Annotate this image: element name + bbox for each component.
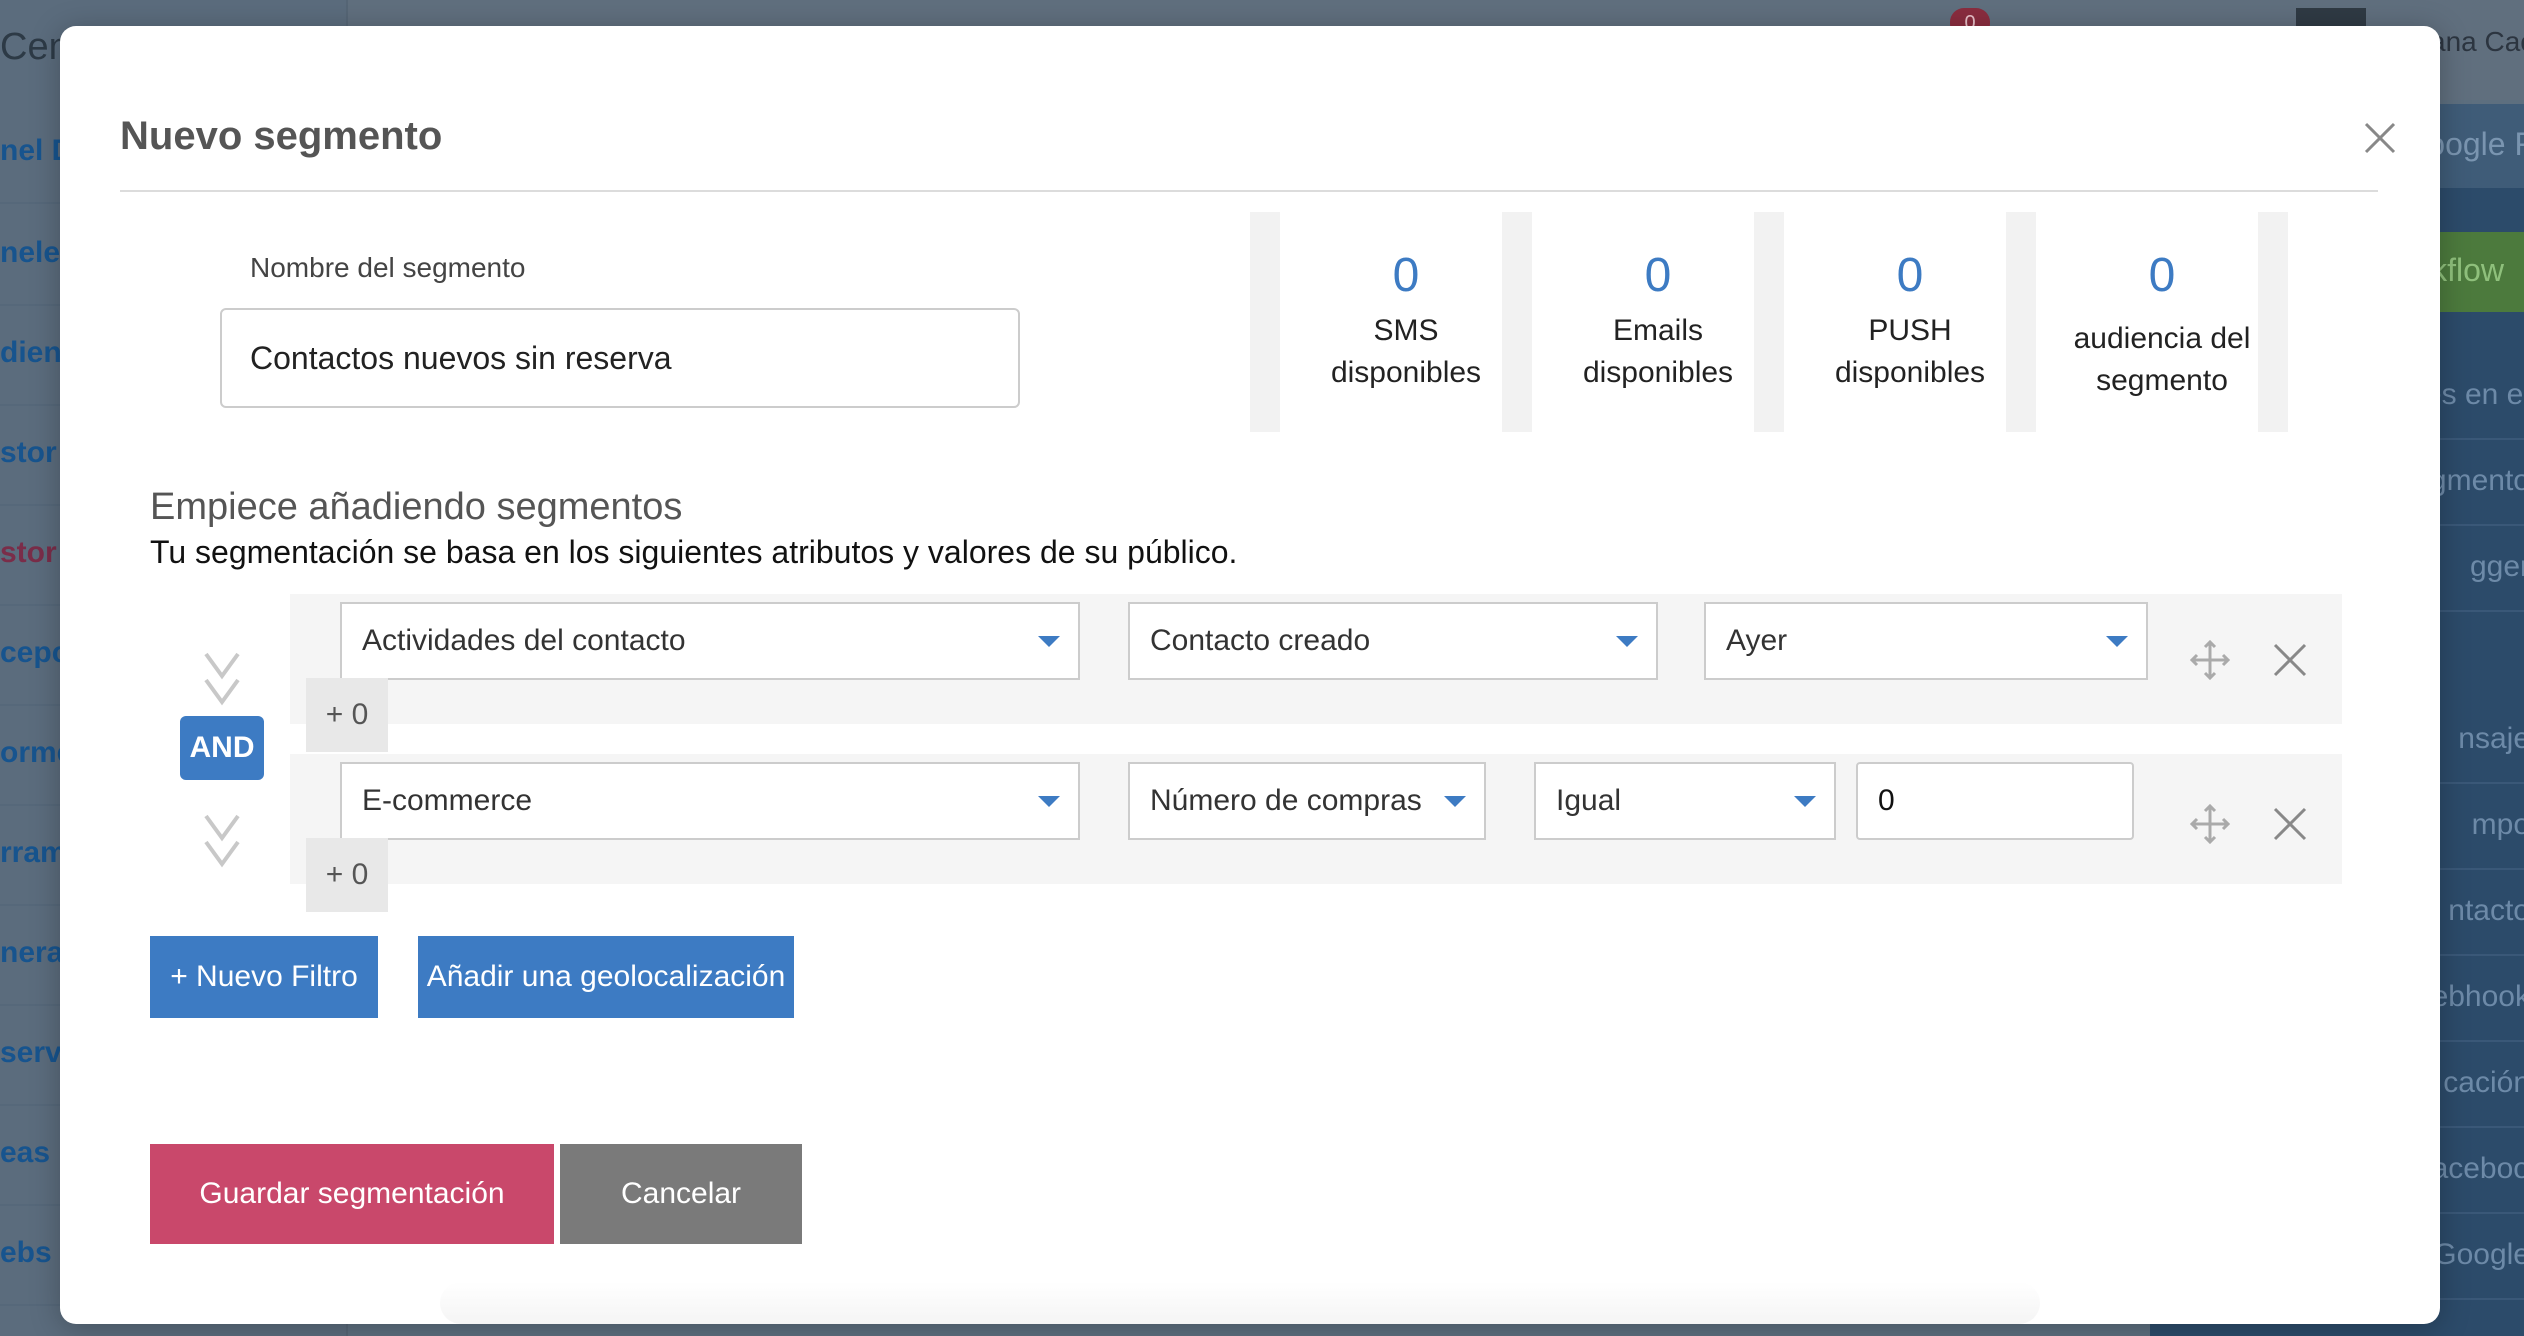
caret-down-icon	[1794, 796, 1816, 807]
value-select[interactable]: Ayer	[1704, 602, 2148, 680]
stat-push: 0 PUSH disponibles	[1784, 212, 2036, 432]
caret-down-icon	[1038, 796, 1060, 807]
filter-row: Actividades del contacto Contacto creado…	[290, 594, 2342, 752]
remove-filter-icon[interactable]	[2270, 640, 2310, 680]
background-user-name: ana Cace	[2430, 26, 2524, 57]
new-segment-modal: Nuevo segmento Nombre del segmento 0 SMS…	[60, 26, 2440, 1324]
attribute-select[interactable]: Número de compras	[1128, 762, 1486, 840]
caret-down-icon	[1444, 796, 1466, 807]
stat-divider	[1250, 212, 1280, 432]
field-select[interactable]: Actividades del contacto	[340, 602, 1080, 680]
comparator-select[interactable]: Igual	[1534, 762, 1836, 840]
section-title: Empiece añadiendo segmentos	[150, 486, 683, 528]
segment-name-label: Nombre del segmento	[250, 252, 526, 283]
close-icon[interactable]	[2360, 118, 2400, 158]
stat-emails: 0 Emails disponibles	[1532, 212, 1784, 432]
stat-label: SMS disponibles	[1330, 314, 1482, 389]
stat-label: Emails disponibles	[1582, 314, 1734, 389]
modal-footer-shadow	[440, 1282, 2040, 1324]
caret-down-icon	[2106, 636, 2128, 647]
caret-down-icon	[1038, 636, 1060, 647]
stat-divider	[2006, 212, 2036, 432]
stat-value: 0	[1392, 249, 1420, 302]
stat-label: PUSH disponibles	[1834, 314, 1986, 389]
modal-divider	[120, 190, 2378, 192]
segment-name-input[interactable]	[220, 308, 1020, 408]
cancel-button[interactable]: Cancelar	[560, 1144, 802, 1244]
save-segment-button[interactable]: Guardar segmentación	[150, 1144, 554, 1244]
stat-value: 0	[1896, 249, 1924, 302]
and-operator-badge[interactable]: AND	[180, 716, 264, 780]
new-filter-button[interactable]: + Nuevo Filtro	[150, 936, 378, 1018]
stat-divider	[1502, 212, 1532, 432]
chevron-down-icon	[204, 652, 240, 706]
extra-values-button[interactable]: + 0	[306, 838, 388, 912]
caret-down-icon	[1616, 636, 1638, 647]
stat-divider	[1754, 212, 1784, 432]
stat-audience: 0 audiencia del segmento	[2036, 212, 2288, 432]
stat-value: 0	[1644, 249, 1672, 302]
section-subtitle: Tu segmentación se basa en los siguiente…	[150, 534, 1238, 570]
field-select[interactable]: E-commerce	[340, 762, 1080, 840]
stat-divider	[2258, 212, 2288, 432]
modal-title: Nuevo segmento	[120, 114, 443, 158]
stat-sms: 0 SMS disponibles	[1280, 212, 1532, 432]
add-geolocation-button[interactable]: Añadir una geolocalización	[418, 936, 794, 1018]
remove-filter-icon[interactable]	[2270, 804, 2310, 844]
extra-values-button[interactable]: + 0	[306, 678, 388, 752]
attribute-select[interactable]: Contacto creado	[1128, 602, 1658, 680]
stat-value: 0	[2148, 249, 2176, 302]
move-icon[interactable]	[2190, 640, 2230, 680]
filter-row: E-commerce Número de compras Igual + 0	[290, 754, 2342, 912]
move-icon[interactable]	[2190, 804, 2230, 844]
filter-value-input[interactable]	[1856, 762, 2134, 840]
stat-label: audiencia del segmento	[2073, 322, 2251, 397]
chevron-down-icon	[204, 814, 240, 868]
